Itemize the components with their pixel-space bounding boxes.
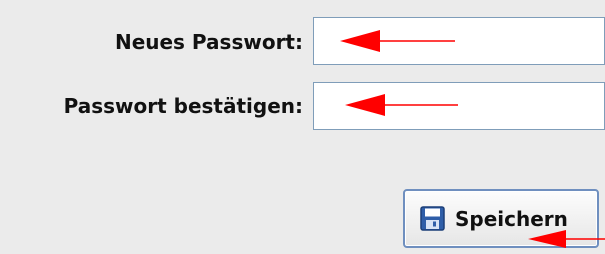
password-form-panel: Neues Passwort: Passwort bestätigen: Spe… [0, 0, 605, 254]
save-button[interactable]: Speichern [403, 189, 599, 248]
save-button-label: Speichern [455, 206, 568, 231]
new-password-field-frame [313, 17, 605, 65]
confirm-password-label: Passwort bestätigen: [63, 94, 303, 118]
confirm-password-field-frame [313, 82, 605, 130]
new-password-input[interactable] [314, 18, 604, 64]
new-password-label: Neues Passwort: [114, 30, 303, 54]
floppy-disk-icon [420, 206, 445, 231]
confirm-password-input[interactable] [314, 83, 604, 129]
